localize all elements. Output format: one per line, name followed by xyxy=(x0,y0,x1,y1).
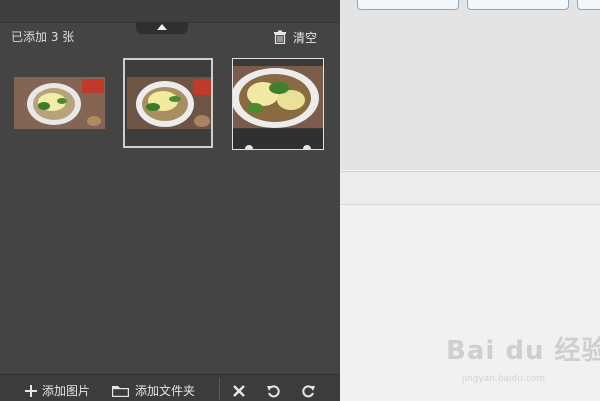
operations-label: 我的操作 xyxy=(11,181,60,195)
panel-top-strip xyxy=(0,0,340,23)
food-photo xyxy=(14,77,105,129)
folder-icon xyxy=(112,385,129,397)
image-thumbnail[interactable] xyxy=(233,66,323,128)
close-icon[interactable] xyxy=(232,384,246,398)
clear-button[interactable]: 清空 xyxy=(273,29,317,45)
add-folder-button[interactable]: 添加文件夹 xyxy=(112,382,195,399)
thumbnail-action-bar xyxy=(233,129,323,149)
operations-header xyxy=(340,171,600,205)
image-thumbnail[interactable] xyxy=(14,77,105,129)
top-button[interactable] xyxy=(467,0,569,10)
food-photo xyxy=(233,66,323,128)
toolbar-divider xyxy=(219,378,220,400)
watermark-main: Bai du 经验 xyxy=(446,336,600,366)
rotate-left-icon[interactable] xyxy=(266,384,280,398)
clear-label: 清空 xyxy=(293,30,318,45)
food-photo xyxy=(127,77,211,129)
trash-icon xyxy=(274,30,286,44)
add-image-label: 添加图片 xyxy=(42,384,91,398)
collapse-up-icon xyxy=(157,24,167,30)
plus-icon xyxy=(25,384,37,397)
collapse-toggle[interactable] xyxy=(136,22,188,34)
image-thumbnail-selected[interactable] xyxy=(127,77,211,129)
operations-count: （ 0 ） xyxy=(61,181,101,195)
watermark-logo: Bai du 经验 jingyan.baidu.com xyxy=(446,330,600,384)
watermark-sub: jingyan.baidu.com xyxy=(462,374,546,384)
rotate-right-icon[interactable] xyxy=(302,384,316,398)
add-folder-label: 添加文件夹 xyxy=(135,384,196,398)
top-controls-area xyxy=(340,0,600,170)
top-button[interactable] xyxy=(577,0,600,10)
operations-title: 我的操作（ 0 ） xyxy=(11,179,100,196)
top-button[interactable] xyxy=(357,0,459,10)
thumbnail-handle[interactable] xyxy=(303,145,311,149)
add-image-button[interactable]: 添加图片 xyxy=(25,382,90,399)
thumbnail-handle[interactable] xyxy=(245,145,253,149)
image-count-label: 已添加 3 张 xyxy=(11,30,75,44)
